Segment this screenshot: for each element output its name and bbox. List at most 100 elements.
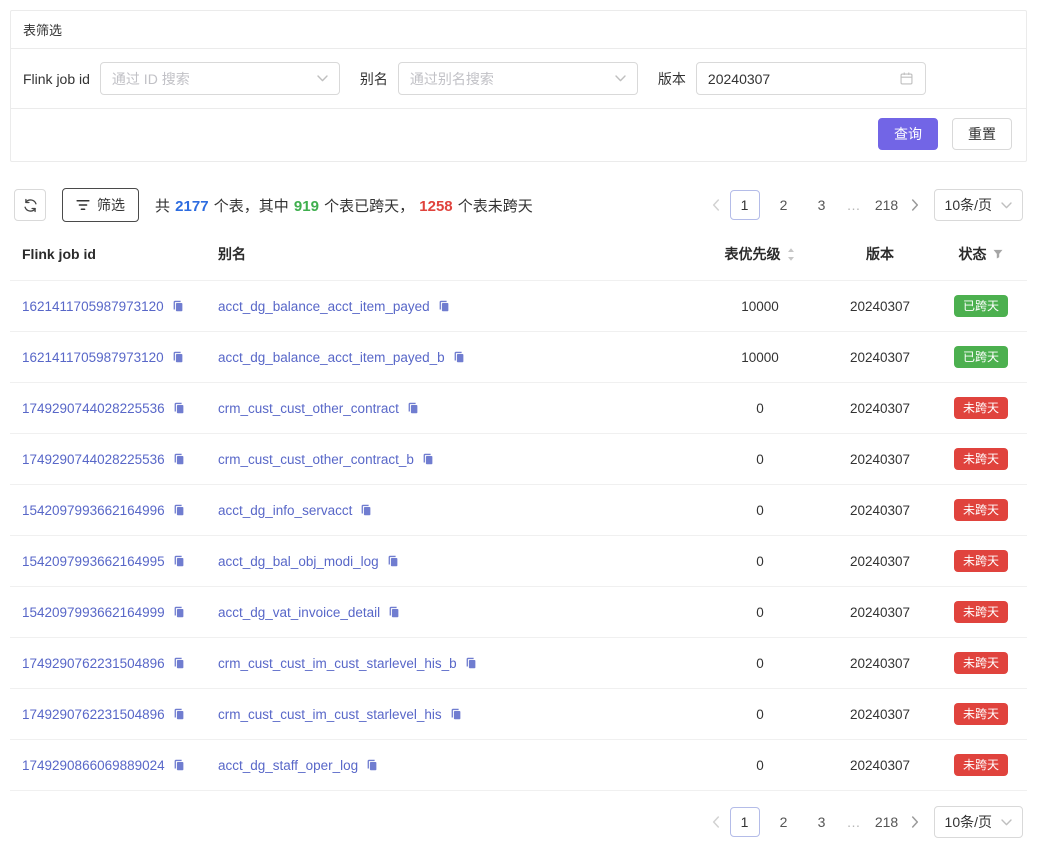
flink-job-id-select[interactable]: 通过 ID 搜索 (100, 62, 340, 95)
reset-button[interactable]: 重置 (952, 118, 1012, 150)
version-cell: 20240307 (825, 587, 935, 638)
chevron-down-icon (317, 75, 328, 82)
job-id-cell: 1749290744028225536 (10, 434, 206, 485)
copy-icon[interactable] (437, 299, 451, 313)
chevron-down-icon (1001, 202, 1012, 209)
job-id-link[interactable]: 1542097993662164995 (22, 554, 165, 569)
job-id-link[interactable]: 1749290762231504896 (22, 656, 165, 671)
version-cell: 20240307 (825, 383, 935, 434)
pagination-page-218[interactable]: 218 (873, 191, 901, 219)
alias-cell: acct_dg_bal_obj_modi_log (206, 536, 695, 587)
job-id-link[interactable]: 1749290744028225536 (22, 452, 165, 467)
pagination-page-218[interactable]: 218 (873, 808, 901, 836)
filter-icon[interactable] (992, 248, 1004, 260)
pagination-page-3[interactable]: 3 (808, 808, 836, 836)
column-header-alias: 别名 (206, 236, 695, 281)
status-badge: 未跨天 (954, 754, 1008, 776)
job-id-link[interactable]: 1749290866069889024 (22, 758, 165, 773)
pagination-prev[interactable] (712, 199, 720, 211)
copy-icon[interactable] (464, 656, 478, 670)
copy-icon[interactable] (172, 503, 186, 517)
pagination-page-2[interactable]: 2 (770, 808, 798, 836)
filter-toggle-button[interactable]: 筛选 (62, 188, 139, 222)
alias-link[interactable]: acct_dg_info_servacct (218, 503, 352, 518)
table-row: 1542097993662164996 acct_dg_info_servacc… (10, 485, 1027, 536)
table-row: 1749290762231504896 crm_cust_cust_im_cus… (10, 638, 1027, 689)
job-id-link[interactable]: 1542097993662164996 (22, 503, 165, 518)
priority-cell: 10000 (695, 281, 825, 332)
job-id-link[interactable]: 1749290744028225536 (22, 401, 165, 416)
alias-link[interactable]: acct_dg_staff_oper_log (218, 758, 358, 773)
copy-icon[interactable] (172, 656, 186, 670)
copy-icon[interactable] (406, 401, 420, 415)
alias-link[interactable]: acct_dg_vat_invoice_detail (218, 605, 380, 620)
search-button[interactable]: 查询 (878, 118, 938, 150)
version-cell: 20240307 (825, 434, 935, 485)
alias-link[interactable]: acct_dg_balance_acct_item_payed (218, 299, 430, 314)
alias-link[interactable]: crm_cust_cust_other_contract_b (218, 452, 414, 467)
copy-icon[interactable] (172, 554, 186, 568)
alias-link[interactable]: acct_dg_bal_obj_modi_log (218, 554, 379, 569)
table-header-row: Flink job id 别名 表优先级 版本 状态 (10, 236, 1027, 281)
table-row: 1749290866069889024 acct_dg_staff_oper_l… (10, 740, 1027, 791)
copy-icon[interactable] (172, 452, 186, 466)
alias-label: 别名 (360, 69, 388, 89)
table-row: 1542097993662164995 acct_dg_bal_obj_modi… (10, 536, 1027, 587)
chevron-right-icon (911, 199, 919, 211)
column-header-version: 版本 (825, 236, 935, 281)
job-id-cell: 1542097993662164995 (10, 536, 206, 587)
copy-icon[interactable] (171, 350, 185, 364)
job-id-link[interactable]: 1749290762231504896 (22, 707, 165, 722)
copy-icon[interactable] (387, 605, 401, 619)
copy-icon[interactable] (172, 707, 186, 721)
copy-icon[interactable] (365, 758, 379, 772)
alias-link[interactable]: acct_dg_balance_acct_item_payed_b (218, 350, 445, 365)
pagination-top: 123…21810条/页 (707, 189, 1023, 221)
copy-icon[interactable] (386, 554, 400, 568)
alias-link[interactable]: crm_cust_cust_im_cust_starlevel_his (218, 707, 442, 722)
copy-icon[interactable] (449, 707, 463, 721)
copy-icon[interactable] (172, 758, 186, 772)
copy-icon[interactable] (172, 605, 186, 619)
pagination-next[interactable] (911, 816, 919, 828)
copy-icon[interactable] (172, 401, 186, 415)
version-cell: 20240307 (825, 740, 935, 791)
priority-cell: 0 (695, 638, 825, 689)
status-badge: 未跨天 (954, 397, 1008, 419)
refresh-button[interactable] (14, 189, 46, 221)
pagination-prev[interactable] (712, 816, 720, 828)
chevron-left-icon (712, 199, 720, 211)
status-badge: 未跨天 (954, 499, 1008, 521)
version-date-input[interactable]: 20240307 (696, 62, 926, 95)
alias-link[interactable]: crm_cust_cust_im_cust_starlevel_his_b (218, 656, 457, 671)
pagination-next[interactable] (911, 199, 919, 211)
status-cell: 未跨天 (935, 383, 1027, 434)
status-badge: 未跨天 (954, 601, 1008, 623)
chevron-down-icon (615, 75, 626, 82)
pagination-page-1[interactable]: 1 (730, 190, 760, 220)
copy-icon[interactable] (171, 299, 185, 313)
pagination-page-2[interactable]: 2 (770, 191, 798, 219)
footer-bar: 123…21810条/页 (14, 806, 1023, 850)
job-id-link[interactable]: 1621411705987973120 (22, 350, 164, 365)
page-size-select[interactable]: 10条/页 (934, 189, 1023, 221)
copy-icon[interactable] (359, 503, 373, 517)
priority-cell: 10000 (695, 332, 825, 383)
priority-cell: 0 (695, 689, 825, 740)
page-size-select[interactable]: 10条/页 (934, 806, 1023, 838)
copy-icon[interactable] (421, 452, 435, 466)
sort-icon[interactable] (786, 247, 796, 262)
alias-link[interactable]: crm_cust_cust_other_contract (218, 401, 399, 416)
job-id-link[interactable]: 1542097993662164999 (22, 605, 165, 620)
table-row: 1749290744028225536 crm_cust_cust_other_… (10, 434, 1027, 485)
filter-actions-row: 查询 重置 (11, 109, 1026, 161)
pagination-page-1[interactable]: 1 (730, 807, 760, 837)
job-id-cell: 1621411705987973120 (10, 332, 206, 383)
job-id-link[interactable]: 1621411705987973120 (22, 299, 164, 314)
alias-select[interactable]: 通过别名搜索 (398, 62, 638, 95)
pagination-page-3[interactable]: 3 (808, 191, 836, 219)
page-size-label: 10条/页 (945, 195, 992, 215)
alias-cell: acct_dg_staff_oper_log (206, 740, 695, 791)
chevron-right-icon (911, 816, 919, 828)
copy-icon[interactable] (452, 350, 466, 364)
